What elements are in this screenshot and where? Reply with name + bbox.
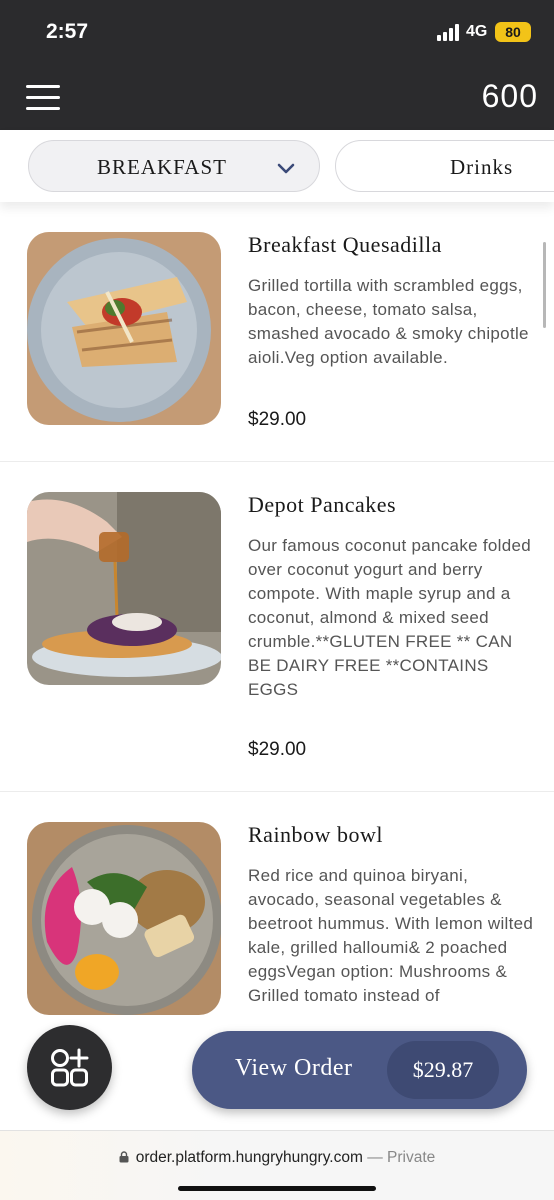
menu-item-card[interactable]: Breakfast Quesadilla Grilled tortilla wi… xyxy=(0,202,554,462)
category-dropdown-label: BREAKFAST xyxy=(97,155,227,179)
grid-plus-icon xyxy=(51,1048,89,1087)
category-tab-drinks[interactable]: Drinks xyxy=(335,140,554,192)
item-name: Depot Pancakes xyxy=(248,492,397,517)
item-name: Breakfast Quesadilla xyxy=(248,232,442,257)
address-text[interactable]: order.platform.hungryhungry.com — Privat… xyxy=(0,1149,554,1167)
app-header: 600 xyxy=(0,64,554,130)
chevron-down-icon xyxy=(277,163,295,174)
order-total-badge: $29.87 xyxy=(387,1041,499,1099)
category-tab-label: Drinks xyxy=(450,155,514,179)
header-count: 600 xyxy=(481,78,538,114)
item-description: Red rice and quinoa biryani, avocado, se… xyxy=(248,866,534,1005)
item-photo-rainbow-bowl xyxy=(27,822,221,1015)
home-indicator xyxy=(178,1186,376,1191)
menu-item-card[interactable]: Depot Pancakes Our famous coconut pancak… xyxy=(0,462,554,792)
status-time: 2:57 xyxy=(46,20,89,43)
item-price: $29.00 xyxy=(248,739,307,760)
menu-item-list[interactable]: Breakfast Quesadilla Grilled tortilla wi… xyxy=(0,202,554,1130)
browsing-mode: Private xyxy=(387,1149,436,1166)
category-bar: BREAKFAST Drinks xyxy=(0,130,554,202)
signal-icon xyxy=(437,24,463,41)
url-separator: — xyxy=(362,1149,388,1166)
grid-plus-button[interactable] xyxy=(27,1025,112,1110)
network-type: 4G xyxy=(466,23,488,40)
item-description: Grilled tortilla with scrambled eggs, ba… xyxy=(248,276,529,367)
url-text: order.platform.hungryhungry.com xyxy=(135,1149,363,1166)
lock-icon xyxy=(119,1150,129,1163)
hamburger-menu-icon[interactable] xyxy=(26,83,60,111)
category-dropdown[interactable]: BREAKFAST xyxy=(28,140,320,192)
item-photo-pancakes xyxy=(27,492,221,685)
view-order-label: View Order xyxy=(235,1055,353,1081)
item-price: $29.00 xyxy=(248,409,307,430)
item-photo-quesadilla xyxy=(27,232,221,425)
browser-address-bar[interactable]: order.platform.hungryhungry.com — Privat… xyxy=(0,1130,554,1200)
status-bar: 2:57 4G 80 xyxy=(0,0,554,64)
view-order-button[interactable]: View Order $29.87 xyxy=(192,1031,527,1109)
item-name: Rainbow bowl xyxy=(248,822,383,847)
battery-icon: 80 xyxy=(495,22,531,42)
item-description: Our famous coconut pancake folded over c… xyxy=(248,536,532,699)
